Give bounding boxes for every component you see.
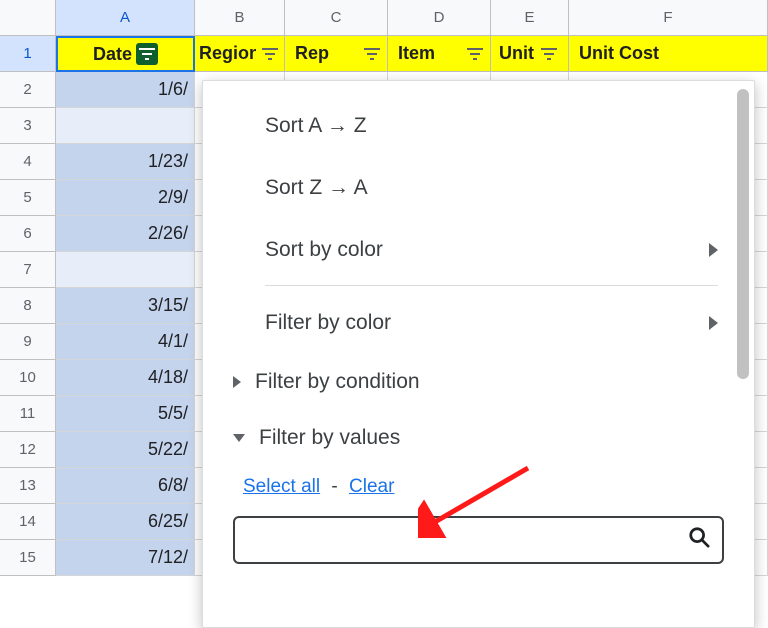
sort-by-color[interactable]: Sort by color (203, 219, 754, 281)
menu-label: Filter by values (259, 426, 718, 450)
header-label: Region (199, 43, 256, 64)
row-head-7[interactable]: 7 (0, 252, 56, 288)
filter-icon-item[interactable] (464, 43, 486, 65)
cell-A9[interactable]: 4/1/ (56, 324, 195, 360)
cell-A4[interactable]: 1/23/ (56, 144, 195, 180)
filter-by-values[interactable]: Filter by values (203, 410, 754, 466)
filter-by-condition[interactable]: Filter by condition (203, 354, 754, 410)
cell-A10[interactable]: 4/18/ (56, 360, 195, 396)
menu-label: Filter by color (265, 311, 709, 335)
row-head-5[interactable]: 5 (0, 180, 56, 216)
cell-A6[interactable]: 2/26/ (56, 216, 195, 252)
row-head-6[interactable]: 6 (0, 216, 56, 252)
header-label: Unit Cost (579, 43, 659, 64)
row-head-3[interactable]: 3 (0, 108, 56, 144)
cell-A7[interactable] (56, 252, 195, 288)
cell-A15[interactable]: 7/12/ (56, 540, 195, 576)
menu-label: Filter by condition (255, 370, 718, 394)
row-head-11[interactable]: 11 (0, 396, 56, 432)
filter-icon-region[interactable] (260, 43, 280, 65)
header-label: Item (398, 43, 435, 64)
chevron-right-icon (709, 316, 718, 330)
filter-icon-unit[interactable] (538, 43, 560, 65)
cell-A3[interactable] (56, 108, 195, 144)
cell-A14[interactable]: 6/25/ (56, 504, 195, 540)
col-head-F[interactable]: F (569, 0, 768, 36)
header-cell-region[interactable]: Region (195, 36, 285, 72)
chevron-right-icon (709, 243, 718, 257)
cell-A5[interactable]: 2/9/ (56, 180, 195, 216)
cell-A11[interactable]: 5/5/ (56, 396, 195, 432)
cell-A2[interactable]: 1/6/ (56, 72, 195, 108)
filter-icon-date[interactable] (136, 43, 158, 65)
header-cell-unit-cost[interactable]: Unit Cost (569, 36, 768, 72)
cell-A8[interactable]: 3/15/ (56, 288, 195, 324)
header-cell-date[interactable]: Date (56, 36, 195, 72)
header-cell-rep[interactable]: Rep (285, 36, 388, 72)
search-icon (688, 526, 710, 555)
select-all-link[interactable]: Select all (243, 476, 320, 497)
clear-link[interactable]: Clear (349, 476, 394, 497)
popup-scrollbar[interactable] (737, 89, 749, 619)
row-head-15[interactable]: 15 (0, 540, 56, 576)
row-head-10[interactable]: 10 (0, 360, 56, 396)
divider (265, 285, 718, 286)
header-label: Unit (499, 43, 534, 64)
header-cell-item[interactable]: Item (388, 36, 491, 72)
filter-dropdown: Sort A → Z Sort Z → A Sort by color Filt… (202, 80, 755, 628)
sort-z-to-a[interactable]: Sort Z → A (203, 157, 754, 219)
row-head-1[interactable]: 1 (0, 36, 56, 72)
col-head-E[interactable]: E (491, 0, 569, 36)
expand-right-icon (233, 376, 241, 388)
search-text-input[interactable] (247, 529, 688, 552)
sort-a-to-z[interactable]: Sort A → Z (203, 95, 754, 157)
header-label: Rep (295, 43, 329, 64)
filter-by-color[interactable]: Filter by color (203, 292, 754, 354)
filter-values-links: Select all - Clear (203, 466, 754, 516)
row-head-14[interactable]: 14 (0, 504, 56, 540)
cell-A12[interactable]: 5/22/ (56, 432, 195, 468)
col-head-C[interactable]: C (285, 0, 388, 36)
col-head-A[interactable]: A (56, 0, 195, 36)
row-head-13[interactable]: 13 (0, 468, 56, 504)
expand-down-icon (233, 434, 245, 442)
scrollbar-thumb[interactable] (737, 89, 749, 379)
filter-search-input[interactable] (233, 516, 724, 564)
select-all-corner[interactable] (0, 0, 56, 36)
row-head-9[interactable]: 9 (0, 324, 56, 360)
filter-icon-rep[interactable] (361, 43, 383, 65)
row-head-8[interactable]: 8 (0, 288, 56, 324)
row-head-2[interactable]: 2 (0, 72, 56, 108)
menu-label: Sort Z → A (265, 176, 718, 200)
row-head-4[interactable]: 4 (0, 144, 56, 180)
row-head-12[interactable]: 12 (0, 432, 56, 468)
menu-label: Sort A → Z (265, 114, 718, 138)
col-head-D[interactable]: D (388, 0, 491, 36)
menu-label: Sort by color (265, 238, 709, 262)
header-label: Date (93, 44, 132, 65)
separator: - (325, 476, 343, 497)
col-head-B[interactable]: B (195, 0, 285, 36)
cell-A13[interactable]: 6/8/ (56, 468, 195, 504)
header-cell-unit[interactable]: Unit (491, 36, 569, 72)
